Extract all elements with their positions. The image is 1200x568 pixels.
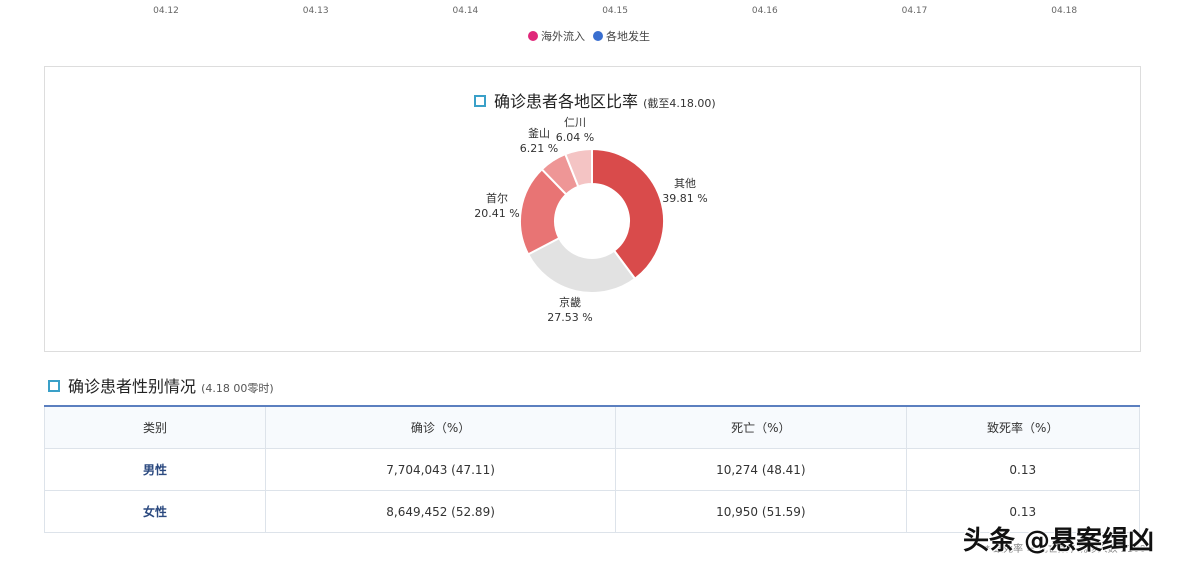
cell: 10,950 (51.59) [615,490,907,533]
slice-name: 首尔 [486,192,508,205]
gender-title-text: 确诊患者性别情况 [68,377,197,396]
slice-percent: 27.53 % [547,311,593,324]
slice-label: 首尔 20.41 % [472,191,522,221]
cell: 女性 [44,490,266,533]
gender-table: 类别 确诊（%） 死亡（%） 致死率（%） 男性 7,704,043 (47.1… [44,405,1141,533]
slice-percent: 39.81 % [662,192,708,205]
donut-chart [519,147,665,294]
slice-name: 京畿 [559,296,581,309]
slice-percent: 20.41 % [474,207,520,220]
watermark: 头条 @悬案缉凶 [963,526,1155,556]
cell: 8,649,452 (52.89) [264,490,617,533]
square-icon [48,380,60,392]
gender-subtitle: (4.18 00零时) [201,382,274,395]
header-fatality: 致死率（%） [905,405,1141,449]
slice-percent: 6.04 % [555,131,595,144]
header-deaths: 死亡（%） [615,405,907,449]
gender-title: 确诊患者性别情况 (4.18 00零时) [48,373,274,397]
table-header-row: 类别 确诊（%） 死亡（%） 致死率（%） [44,405,1141,449]
slice-label: 其他 39.81 % [660,176,710,206]
header-confirmed: 确诊（%） [264,405,617,449]
header-category: 类别 [44,405,266,449]
slice-label: 京畿 27.53 % [545,295,595,325]
cell: 男性 [44,448,266,491]
table-row: 男性 7,704,043 (47.11) 10,274 (48.41) 0.13 [44,448,1141,491]
slice-name: 仁川 [564,116,586,129]
cell: 10,274 (48.41) [615,448,907,491]
cell: 7,704,043 (47.11) [264,448,617,491]
slice-name: 其他 [674,177,696,190]
slice-label: 仁川 6.04 % [550,115,600,145]
cell: 0.13 [905,448,1141,491]
